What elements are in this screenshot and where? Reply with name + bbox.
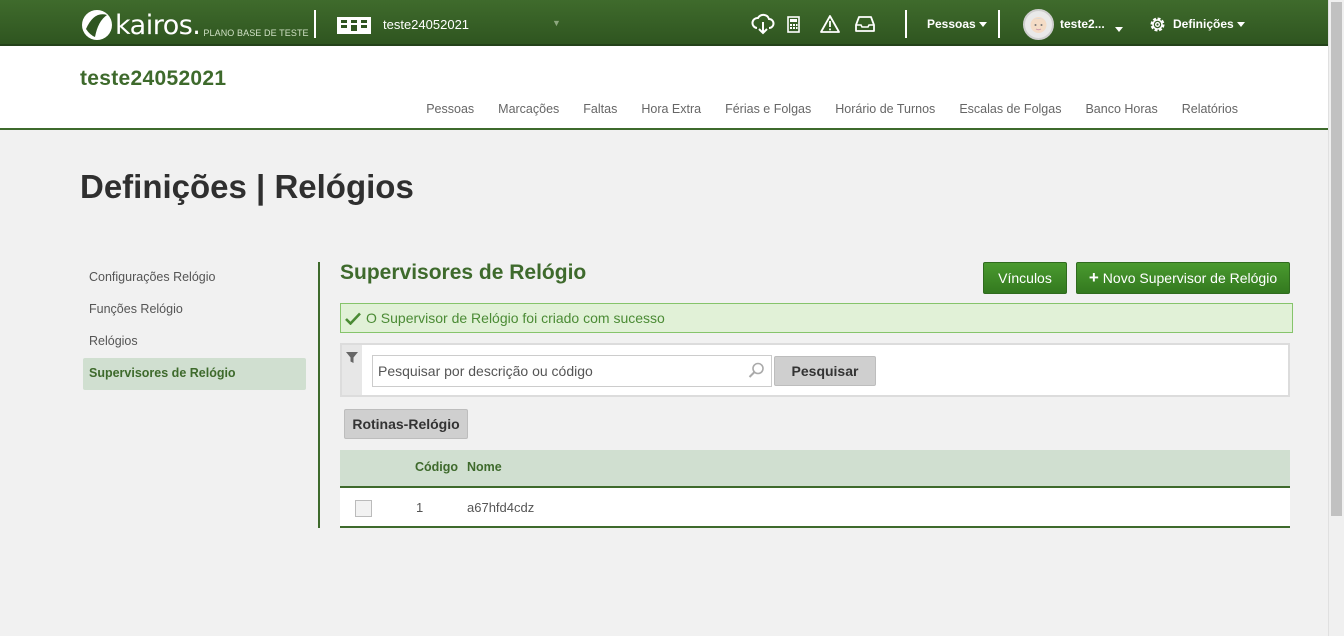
page-title: Definições | Relógios xyxy=(80,168,414,205)
user-menu[interactable]: teste2... xyxy=(1060,17,1105,31)
sidenav-item-configuracoes-relogio[interactable]: Configurações Relógio xyxy=(83,262,306,294)
caret-down-icon xyxy=(978,22,987,28)
row-codigo: 1 xyxy=(416,500,424,515)
section-title: Supervisores de Relógio xyxy=(340,261,587,284)
kairos-logo[interactable]: kairos. PLANO BASE DE TESTE xyxy=(80,5,309,41)
success-alert: O Supervisor de Relógio foi criado com s… xyxy=(340,303,1293,333)
supervisors-table: Código Nome 1 a67hfd4cdz xyxy=(340,450,1290,528)
nav-ferias-folgas[interactable]: Férias e Folgas xyxy=(725,102,811,116)
new-supervisor-button[interactable]: + Novo Supervisor de Relógio xyxy=(1076,262,1290,294)
settings-menu[interactable]: Definições xyxy=(1173,17,1245,31)
nav-hora-extra[interactable]: Hora Extra xyxy=(641,102,701,116)
logo-wordmark: kairos. xyxy=(115,10,201,41)
new-supervisor-label: Novo Supervisor de Relógio xyxy=(1102,270,1278,286)
warning-icon[interactable] xyxy=(820,15,842,37)
table-header: Código Nome xyxy=(340,450,1290,488)
row-checkbox[interactable] xyxy=(355,500,372,517)
rotinas-relogio-button[interactable]: Rotinas-Relógio xyxy=(344,409,468,439)
nav-horario-turnos[interactable]: Horário de Turnos xyxy=(835,102,935,116)
top-bar: kairos. PLANO BASE DE TESTE teste2405202… xyxy=(0,0,1328,46)
search-input[interactable] xyxy=(372,355,772,387)
sidenav-item-relogios[interactable]: Relógios xyxy=(83,326,306,358)
nav-relatorios[interactable]: Relatórios xyxy=(1182,102,1238,116)
divider xyxy=(905,10,907,38)
row-nome[interactable]: a67hfd4cdz xyxy=(467,500,534,515)
nav-pessoas[interactable]: Pessoas xyxy=(426,102,474,116)
divider xyxy=(318,262,320,528)
filter-toggle[interactable] xyxy=(342,345,362,395)
search-panel: Pesquisar xyxy=(340,343,1290,397)
inbox-icon[interactable] xyxy=(855,15,877,37)
company-icon[interactable] xyxy=(337,17,371,34)
plus-icon: + xyxy=(1088,268,1099,287)
search-button[interactable]: Pesquisar xyxy=(774,356,876,386)
table-row[interactable]: 1 a67hfd4cdz xyxy=(340,488,1290,528)
vinculos-button[interactable]: Vínculos xyxy=(983,262,1067,294)
sidenav-item-funcoes-relogio[interactable]: Funções Relógio xyxy=(83,294,306,326)
divider xyxy=(998,10,1000,38)
plan-label: PLANO BASE DE TESTE xyxy=(203,28,309,38)
filter-icon xyxy=(346,352,358,363)
check-icon xyxy=(345,312,361,325)
divider xyxy=(314,10,316,38)
scrollbar-thumb[interactable] xyxy=(1331,2,1342,516)
company-title: teste24052021 xyxy=(80,67,227,90)
settings-sidenav: Configurações Relógio Funções Relógio Re… xyxy=(83,262,306,390)
cloud-download-icon[interactable] xyxy=(751,13,775,35)
caret-down-icon xyxy=(1236,22,1245,28)
kairos-logo-icon xyxy=(80,7,114,41)
sidenav-item-supervisores-relogio[interactable]: Supervisores de Relógio xyxy=(83,358,306,390)
nav-marcacoes[interactable]: Marcações xyxy=(498,102,559,116)
chevron-down-icon[interactable] xyxy=(1115,21,1137,43)
pessoas-menu[interactable]: Pessoas xyxy=(927,17,987,31)
scrollbar[interactable] xyxy=(1328,0,1344,636)
avatar[interactable] xyxy=(1023,9,1054,40)
main-navigation: Pessoas Marcações Faltas Hora Extra Féri… xyxy=(402,102,1238,116)
column-header-nome[interactable]: Nome xyxy=(467,460,502,474)
column-header-codigo[interactable]: Código xyxy=(415,460,458,474)
alert-message: O Supervisor de Relógio foi criado com s… xyxy=(366,310,665,326)
search-icon[interactable] xyxy=(748,362,765,379)
gear-icon[interactable] xyxy=(1148,15,1170,37)
company-selector[interactable]: teste24052021 xyxy=(383,17,469,32)
calculator-icon[interactable] xyxy=(787,16,809,38)
nav-banco-horas[interactable]: Banco Horas xyxy=(1085,102,1157,116)
nav-escalas-folgas[interactable]: Escalas de Folgas xyxy=(959,102,1061,116)
chevron-down-icon[interactable]: ▼ xyxy=(552,18,561,28)
company-header: teste24052021 Pessoas Marcações Faltas H… xyxy=(0,46,1328,130)
nav-faltas[interactable]: Faltas xyxy=(583,102,617,116)
